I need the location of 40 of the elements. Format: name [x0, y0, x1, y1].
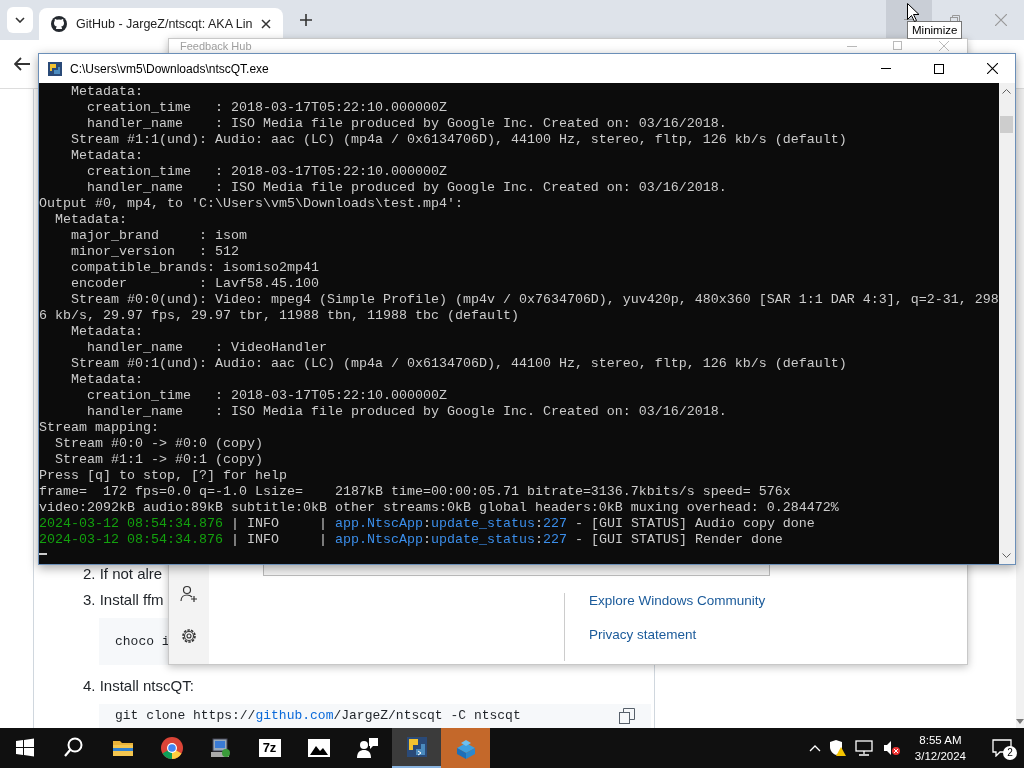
log-line: 2024-03-12 08:54:34.876 | INFO | app.NtscApp:update_status:227 - [GUI STATUS] Render done	[39, 532, 784, 548]
console-line: Stream mapping:	[39, 420, 160, 436]
console-line: major_brand : isom	[70, 228, 248, 244]
list-item-text: 4. Install ntscQT:	[83, 676, 194, 696]
console-line: Stream #1:1 -> #0:1 (copy)	[54, 452, 264, 468]
window-title: C:\Users\vm5\Downloads\ntscQT.exe	[70, 61, 269, 76]
tab-title: GitHub - JargeZ/ntscqt: AKA Lin	[76, 17, 253, 31]
list-item-text: 2. If not alre	[83, 564, 163, 584]
console-line: Metadata:	[70, 148, 144, 164]
code-text: git clone https://	[115, 708, 256, 723]
console-line: video:2092kB audio:89kB subtitle:0kB other streams:0kB global headers:0kB muxing overhead: 0.284472%	[39, 500, 840, 516]
console-line: Metadata:	[70, 324, 144, 340]
console-line: encoder : Lavf58.45.100	[70, 276, 320, 292]
console-line: Stream #1:1(und): Audio: aac (LC) (mp4a / 0x6134706D), 44100 Hz, stereo, fltp, 126 kb/s (default)	[70, 132, 848, 148]
console-line: creation_time : 2018-03-17T05:22:10.000000Z	[86, 164, 448, 180]
window-title: Feedback Hub	[180, 40, 252, 52]
console-line: Stream #0:0(und): Video: mpeg4 (Simple Profile) (mp4v / 0x7634706D), yuv420p, 480x360 [SAR 1:1 DAR 4:3], q=2-31, 298	[70, 292, 999, 308]
console-line: Metadata:	[70, 84, 144, 100]
console-line: Output #0, mp4, to 'C:\Users\vm5\Downloads\test.mp4':	[39, 196, 464, 212]
list-item-text: 3. Install ffm	[83, 590, 164, 610]
tooltip: Minimize	[907, 21, 963, 39]
console-line: Stream #0:1(und): Audio: aac (LC) (mp4a / 0x6134706D), 44100 Hz, stereo, fltp, 126 kb/s (default)	[70, 356, 848, 372]
console-line: Press [q] to stop, [?] for help	[39, 468, 288, 484]
log-line: 2024-03-12 08:54:34.876 | INFO | app.NtscApp:update_status:227 - [GUI STATUS] Audio copy done	[39, 516, 816, 532]
console-line: handler_name : VideoHandler	[86, 340, 328, 356]
console-line: creation_time : 2018-03-17T05:22:10.000000Z	[86, 388, 448, 404]
notification-count: 2	[1003, 746, 1017, 760]
console-line: handler_name : ISO Media file produced by Google Inc. Created on: 03/16/2018.	[86, 116, 728, 132]
console-line: handler_name : ISO Media file produced by Google Inc. Created on: 03/16/2018.	[86, 404, 728, 420]
console-line: Metadata:	[70, 372, 144, 388]
code-text: /JargeZ/ntscqt -C ntscqt	[333, 708, 521, 723]
console-line: handler_name : ISO Media file produced by Google Inc. Created on: 03/16/2018.	[86, 180, 728, 196]
console-line: frame= 172 fps=0.0 q=-1.0 Lsize= 2187kB time=00:00:05.71 bitrate=3136.7kbits/s speed= 576x	[39, 484, 792, 500]
console-line: Stream #0:0 -> #0:0 (copy)	[54, 436, 264, 452]
console-line: compatible_brands: isomiso2mp41	[70, 260, 320, 276]
console-line: minor_version : 512	[70, 244, 240, 260]
archive-icon: 7z	[258, 739, 281, 757]
console-line: creation_time : 2018-03-17T05:22:10.000000Z	[86, 100, 448, 116]
console-line: 6 kb/s, 29.97 fps, 29.97 tbr, 11988 tbn, 11988 tbc (default)	[39, 308, 520, 324]
console-line: Metadata:	[54, 212, 128, 228]
